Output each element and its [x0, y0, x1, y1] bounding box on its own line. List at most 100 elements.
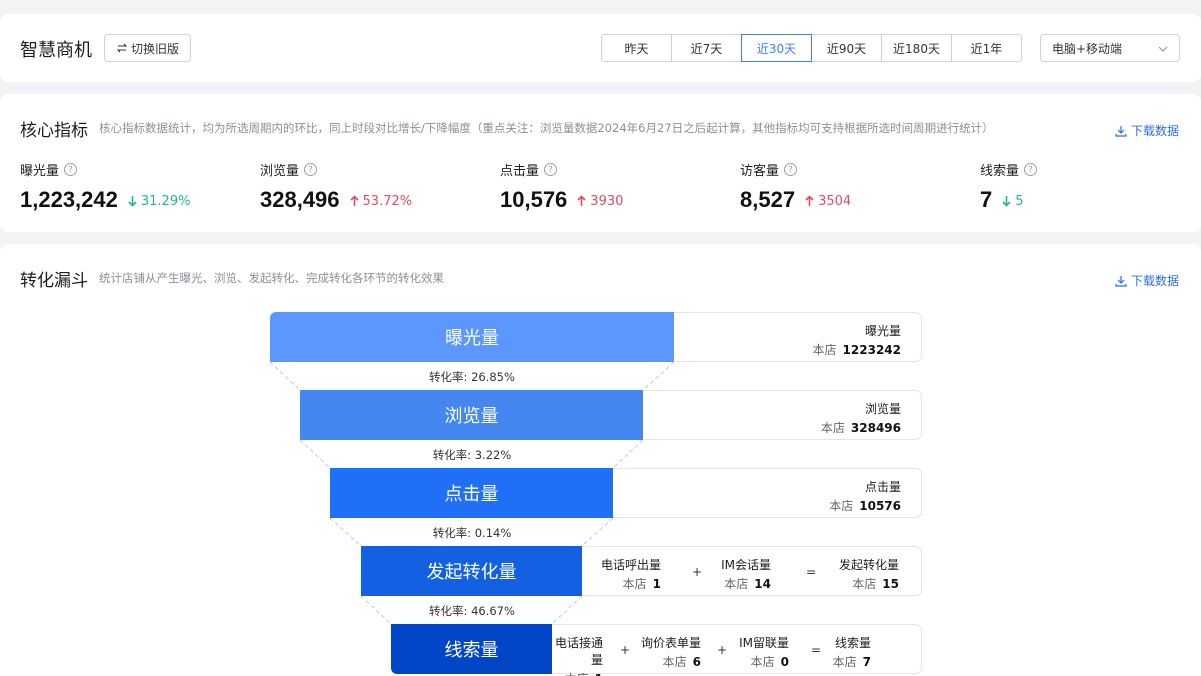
detail-col-value: 328496 [850, 421, 901, 435]
detail-col-sub: 本店 7 [833, 653, 871, 670]
switch-old-version-button[interactable]: 切换旧版 [104, 34, 191, 62]
metric-delta-value: 53.72% [362, 193, 413, 209]
conversion-rate-label: 转化率: [429, 370, 468, 384]
help-circle-icon[interactable]: ? [544, 163, 558, 176]
conversion-rate-label: 转化率: [429, 604, 468, 618]
detail-col-sub: 本店 1223242 [813, 341, 901, 358]
switch-old-version-label: 切换旧版 [130, 41, 179, 56]
help-circle-icon[interactable]: ? [304, 163, 318, 176]
funnel-detail-3: 电话呼出量本店 1 IM会话量本店 14 发起转化量 本店 15 + = [582, 546, 922, 596]
conversion-rate: 转化率: 26.85% [372, 369, 572, 385]
metric-value-row: 10,576 3930 [500, 187, 623, 213]
metric-label-row: 点击量? [500, 160, 623, 179]
store-label: 本店 [820, 421, 845, 435]
funnel-stage-3: 发起转化量 [361, 546, 582, 596]
metric-0: 曝光量? 1,223,242 31.29% [20, 160, 190, 213]
funnel-stage-2: 点击量 [330, 468, 613, 518]
conversion-rate: 转化率: 0.14% [372, 525, 572, 541]
device-select[interactable]: 电脑+移动端 [1040, 34, 1180, 62]
conversion-rate-value: 0.14% [474, 526, 512, 540]
metric-label: 点击量 [500, 164, 540, 179]
metric-delta-value: 3930 [590, 193, 624, 209]
funnel-connector [581, 517, 614, 547]
metric-label: 曝光量 [20, 164, 60, 179]
arrow-down-icon [1002, 196, 1011, 207]
store-label: 本店 [750, 655, 775, 669]
detail-col-name: 电话呼出量 [600, 558, 661, 572]
metric-label: 访客量 [740, 164, 780, 179]
metric-delta-value: 31.29% [140, 193, 191, 209]
metric-label-row: 访客量? [740, 160, 851, 179]
period-30d[interactable]: 近30天 [741, 34, 812, 62]
detail-col-name: 点击量 [864, 480, 901, 494]
store-label: 本店 [829, 499, 854, 513]
metric-value-row: 8,527 3504 [740, 187, 851, 213]
core-download-link[interactable]: 下载数据 [1115, 122, 1179, 139]
detail-operator: + [692, 565, 703, 579]
metric-delta: 3930 [577, 194, 623, 209]
detail-col-value: 1 [595, 672, 603, 676]
help-circle-icon[interactable]: ? [64, 163, 78, 176]
store-label: 本店 [565, 672, 589, 676]
metric-3: 访客量? 8,527 3504 [740, 160, 851, 213]
metric-2: 点击量? 10,576 3930 [500, 160, 623, 213]
top-bar: 智慧商机 切换旧版 昨天 近7天 近30天 近90天 近180天 近1年 电脑+… [0, 14, 1201, 82]
metric-delta: 31.29% [128, 193, 191, 209]
funnel-detail-col: 电话接通量本店 1 [552, 634, 603, 676]
funnel-connector [612, 439, 644, 469]
arrow-up-icon [349, 195, 359, 206]
detail-col-sub: 本店 14 [721, 575, 771, 592]
period-1y[interactable]: 近1年 [951, 34, 1022, 62]
store-label: 本店 [832, 655, 857, 669]
switch-arrows-icon [116, 43, 128, 53]
metric-label-row: 浏览量? [260, 160, 412, 179]
metric-value: 10,576 [500, 187, 568, 212]
funnel-detail-1: 浏览量 本店 328496 [643, 390, 922, 440]
help-circle-icon[interactable]: ? [784, 163, 798, 176]
chevron-down-icon [1158, 46, 1168, 52]
period-90d[interactable]: 近90天 [811, 34, 882, 62]
funnel-detail-0: 曝光量本店 1223242 [674, 312, 922, 362]
metric-label-row: 曝光量? [20, 160, 190, 179]
funnel-connector [299, 439, 331, 469]
conversion-rate-value: 46.67% [471, 604, 515, 618]
detail-operator: + [717, 643, 728, 657]
funnel-detail-col: 曝光量本店 1223242 [813, 322, 901, 358]
metric-4: 线索量? 7 5 [980, 160, 1038, 213]
detail-operator: = [806, 565, 817, 579]
detail-col-name: 电话接通量 [554, 636, 603, 667]
conversion-rate-value: 3.22% [474, 448, 512, 462]
period-yesterday[interactable]: 昨天 [601, 34, 672, 62]
metric-delta: 53.72% [349, 193, 413, 209]
metric-value: 7 [980, 187, 993, 212]
detail-col-sub: 本店 1 [552, 670, 603, 676]
detail-col-name: IM留联量 [739, 636, 789, 650]
conversion-rate-value: 26.85% [471, 370, 515, 384]
metric-1: 浏览量? 328,496 53.72% [260, 160, 412, 213]
metric-value-row: 1,223,242 31.29% [20, 187, 190, 213]
conversion-rate: 转化率: 46.67% [372, 603, 572, 619]
funnel-detail-col: 发起转化量 本店 15 [839, 556, 899, 592]
help-circle-icon[interactable]: ? [1024, 163, 1038, 176]
detail-col-sub: 本店 328496 [821, 419, 901, 436]
detail-col-name: 曝光量 [864, 324, 901, 338]
store-label: 本店 [852, 577, 877, 591]
store-label: 本店 [724, 577, 749, 591]
detail-col-sub: 本店 6 [641, 653, 701, 670]
detail-col-name: 线索量 [834, 636, 871, 650]
detail-col-sub: 本店 1 [601, 575, 661, 592]
period-selector: 昨天 近7天 近30天 近90天 近180天 近1年 [601, 34, 1022, 62]
detail-col-value: 0 [780, 655, 789, 669]
brand-title: 智慧商机 [20, 40, 92, 61]
funnel-detail-col: 点击量 本店 10576 [829, 478, 901, 514]
metric-label: 线索量 [980, 164, 1020, 179]
arrow-down-icon [128, 196, 137, 207]
arrow-up-icon [805, 195, 814, 206]
core-metrics-desc: 核心指标数据统计，均为所选周期内的环比，同上时段对比增长/下降幅度（重点关注：浏… [99, 121, 994, 135]
metric-delta-value: 5 [1015, 193, 1024, 209]
metric-delta: 5 [1002, 193, 1024, 209]
detail-col-name: IM会话量 [721, 558, 771, 572]
funnel-detail-col: IM会话量本店 14 [721, 556, 771, 592]
period-180d[interactable]: 近180天 [881, 34, 952, 62]
period-7d[interactable]: 近7天 [671, 34, 742, 62]
